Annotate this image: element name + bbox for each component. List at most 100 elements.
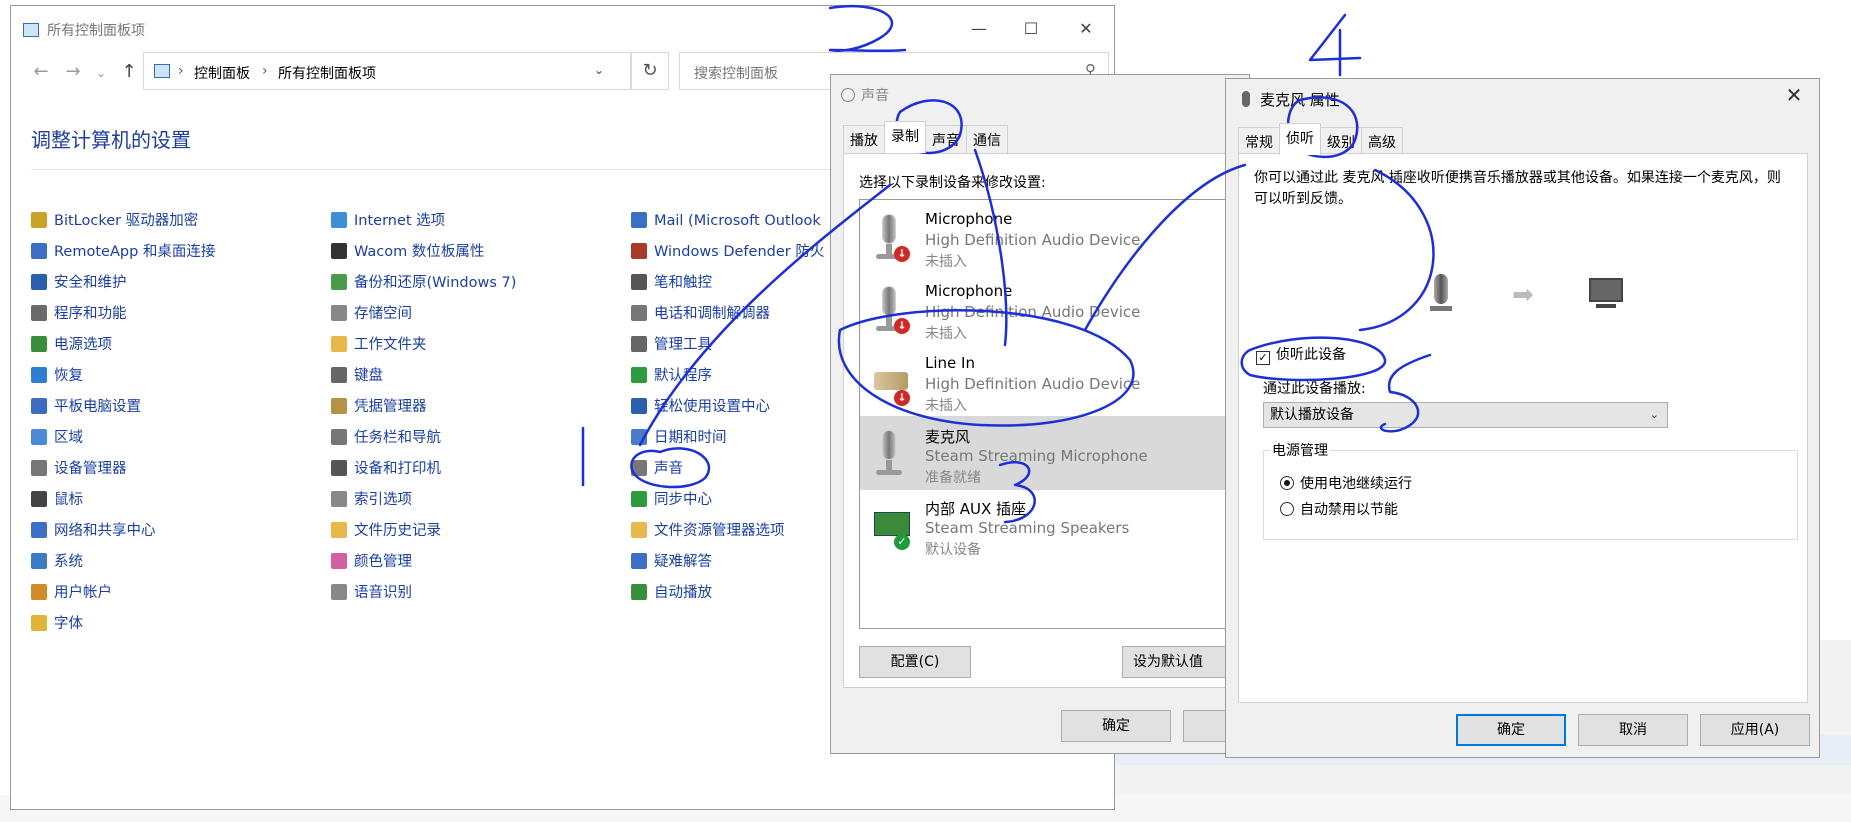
control-panel-item-label[interactable]: 区域 bbox=[54, 430, 83, 446]
control-panel-item[interactable]: Mail (Microsoft Outlook bbox=[631, 206, 824, 237]
control-panel-item[interactable]: Wacom 数位板属性 bbox=[331, 237, 516, 268]
control-panel-item-label[interactable]: 恢复 bbox=[54, 368, 83, 384]
chevron-down-icon[interactable]: ⌄ bbox=[89, 66, 113, 80]
breadcrumb-item[interactable]: 控制面板 bbox=[194, 63, 250, 83]
control-panel-item[interactable]: 平板电脑设置 bbox=[31, 392, 215, 423]
playback-device-select[interactable]: 默认播放设备 ⌄ bbox=[1263, 402, 1668, 428]
control-panel-item[interactable]: 语音识别 bbox=[331, 578, 516, 609]
minimize-button[interactable]: — bbox=[959, 14, 999, 44]
ok-button[interactable]: 确定 bbox=[1456, 714, 1566, 746]
control-panel-item[interactable]: 索引选项 bbox=[331, 485, 516, 516]
control-panel-item[interactable]: 设备和打印机 bbox=[331, 454, 516, 485]
tab-3[interactable]: 高级 bbox=[1361, 127, 1403, 155]
up-arrow-icon[interactable]: ↑ bbox=[113, 61, 145, 82]
control-panel-item-label[interactable]: 文件资源管理器选项 bbox=[654, 523, 785, 539]
control-panel-item[interactable]: 电话和调制解调器 bbox=[631, 299, 824, 330]
control-panel-item[interactable]: 任务栏和导航 bbox=[331, 423, 516, 454]
control-panel-item[interactable]: Internet 选项 bbox=[331, 206, 516, 237]
radio-label[interactable]: 使用电池继续运行 bbox=[1300, 476, 1412, 492]
control-panel-item-label[interactable]: 字体 bbox=[54, 616, 83, 632]
control-panel-item[interactable]: 颜色管理 bbox=[331, 547, 516, 578]
forward-arrow-icon[interactable]: → bbox=[57, 61, 89, 82]
control-panel-item-label[interactable]: 网络和共享中心 bbox=[54, 523, 156, 539]
control-panel-item[interactable]: RemoteApp 和桌面连接 bbox=[31, 237, 215, 268]
control-panel-item[interactable]: 电源选项 bbox=[31, 330, 215, 361]
chevron-down-icon[interactable]: ⌄ bbox=[594, 63, 604, 77]
control-panel-item-label[interactable]: 电话和调制解调器 bbox=[654, 306, 770, 322]
control-panel-item-label[interactable]: 任务栏和导航 bbox=[354, 430, 441, 446]
control-panel-item[interactable]: 用户帐户 bbox=[31, 578, 215, 609]
control-panel-item-label[interactable]: 平板电脑设置 bbox=[54, 399, 141, 415]
listen-checkbox-label[interactable]: 侦听此设备 bbox=[1276, 347, 1346, 363]
control-panel-item-label[interactable]: 颜色管理 bbox=[354, 554, 412, 570]
control-panel-item[interactable]: 键盘 bbox=[331, 361, 516, 392]
control-panel-item-label[interactable]: 鼠标 bbox=[54, 492, 83, 508]
address-bar[interactable]: › 控制面板 › 所有控制面板项 ⌄ bbox=[143, 52, 631, 90]
close-button[interactable]: ✕ bbox=[1066, 14, 1106, 44]
control-panel-item-label[interactable]: 备份和还原(Windows 7) bbox=[354, 275, 516, 291]
control-panel-item[interactable]: 自动播放 bbox=[631, 578, 824, 609]
control-panel-item[interactable]: 区域 bbox=[31, 423, 215, 454]
control-panel-item-label[interactable]: 设备管理器 bbox=[54, 461, 127, 477]
control-panel-item-label[interactable]: 索引选项 bbox=[354, 492, 412, 508]
apply-button[interactable]: 应用(A) bbox=[1700, 714, 1810, 746]
tab-1[interactable]: 侦听 bbox=[1279, 123, 1321, 155]
control-panel-item[interactable]: BitLocker 驱动器加密 bbox=[31, 206, 215, 237]
control-panel-item-label[interactable]: 工作文件夹 bbox=[354, 337, 427, 353]
recording-device-item[interactable]: ↓ Microphone High Definition Audio Device 未… bbox=[860, 272, 1238, 346]
control-panel-item-label[interactable]: 存储空间 bbox=[354, 306, 412, 322]
maximize-button[interactable]: ☐ bbox=[1011, 14, 1051, 44]
power-option-auto-disable[interactable]: 自动禁用以节能 bbox=[1280, 499, 1398, 519]
tab-0[interactable]: 常规 bbox=[1238, 127, 1280, 155]
control-panel-item-label[interactable]: 程序和功能 bbox=[54, 306, 127, 322]
radio-label[interactable]: 自动禁用以节能 bbox=[1300, 502, 1398, 518]
power-option-battery[interactable]: 使用电池继续运行 bbox=[1280, 473, 1412, 493]
control-panel-item[interactable]: 文件资源管理器选项 bbox=[631, 516, 824, 547]
control-panel-item-label[interactable]: 键盘 bbox=[354, 368, 383, 384]
listen-checkbox-row[interactable]: ✓ 侦听此设备 bbox=[1256, 344, 1346, 365]
control-panel-item[interactable]: 默认程序 bbox=[631, 361, 824, 392]
control-panel-item[interactable]: 疑难解答 bbox=[631, 547, 824, 578]
cancel-button[interactable]: 取消 bbox=[1578, 714, 1688, 746]
control-panel-item-label[interactable]: Mail (Microsoft Outlook bbox=[654, 213, 821, 229]
control-panel-item-label[interactable]: 疑难解答 bbox=[654, 554, 712, 570]
control-panel-item[interactable]: 网络和共享中心 bbox=[31, 516, 215, 547]
control-panel-item[interactable]: 程序和功能 bbox=[31, 299, 215, 330]
control-panel-item[interactable]: 管理工具 bbox=[631, 330, 824, 361]
control-panel-item[interactable]: 设备管理器 bbox=[31, 454, 215, 485]
tab-2[interactable]: 级别 bbox=[1320, 127, 1362, 155]
control-panel-item-label[interactable]: RemoteApp 和桌面连接 bbox=[54, 244, 215, 260]
control-panel-item-label[interactable]: 管理工具 bbox=[654, 337, 712, 353]
control-panel-item[interactable]: 工作文件夹 bbox=[331, 330, 516, 361]
control-panel-item[interactable]: 声音 bbox=[631, 454, 824, 485]
control-panel-item-label[interactable]: 日期和时间 bbox=[654, 430, 727, 446]
control-panel-item-label[interactable]: 轻松使用设置中心 bbox=[654, 399, 770, 415]
tab-2[interactable]: 声音 bbox=[925, 125, 967, 153]
control-panel-item-label[interactable]: Wacom 数位板属性 bbox=[354, 244, 484, 260]
control-panel-item-label[interactable]: 同步中心 bbox=[654, 492, 712, 508]
control-panel-item-label[interactable]: 文件历史记录 bbox=[354, 523, 441, 539]
radio-button[interactable] bbox=[1280, 502, 1294, 516]
control-panel-item-label[interactable]: 安全和维护 bbox=[54, 275, 127, 291]
control-panel-item[interactable]: 备份和还原(Windows 7) bbox=[331, 268, 516, 299]
recording-device-item[interactable]: 麦克风 Steam Streaming Microphone 准备就绪 bbox=[860, 416, 1238, 490]
back-arrow-icon[interactable]: ← bbox=[25, 61, 57, 82]
control-panel-item-label[interactable]: 电源选项 bbox=[54, 337, 112, 353]
control-panel-item[interactable]: 笔和触控 bbox=[631, 268, 824, 299]
control-panel-item-label[interactable]: 声音 bbox=[654, 461, 683, 477]
control-panel-item[interactable]: 字体 bbox=[31, 609, 215, 640]
set-default-button[interactable]: 设为默认值 bbox=[1122, 646, 1238, 678]
control-panel-item[interactable]: 日期和时间 bbox=[631, 423, 824, 454]
recording-device-item[interactable]: ↓ Line In High Definition Audio Device 未插入 bbox=[860, 344, 1238, 418]
breadcrumb-item[interactable]: 所有控制面板项 bbox=[278, 63, 376, 83]
control-panel-item[interactable]: 系统 bbox=[31, 547, 215, 578]
sound-ok-button[interactable]: 确定 bbox=[1061, 710, 1171, 742]
recording-device-item[interactable]: ✓ 内部 AUX 插座 Steam Streaming Speakers 默认设备 bbox=[860, 488, 1238, 562]
control-panel-item-label[interactable]: Internet 选项 bbox=[354, 213, 445, 229]
control-panel-item-label[interactable]: 系统 bbox=[54, 554, 83, 570]
control-panel-item[interactable]: Windows Defender 防火 bbox=[631, 237, 824, 268]
close-icon[interactable]: ✕ bbox=[1779, 83, 1809, 107]
control-panel-item[interactable]: 安全和维护 bbox=[31, 268, 215, 299]
tab-1[interactable]: 录制 bbox=[884, 121, 926, 153]
control-panel-item[interactable]: 轻松使用设置中心 bbox=[631, 392, 824, 423]
